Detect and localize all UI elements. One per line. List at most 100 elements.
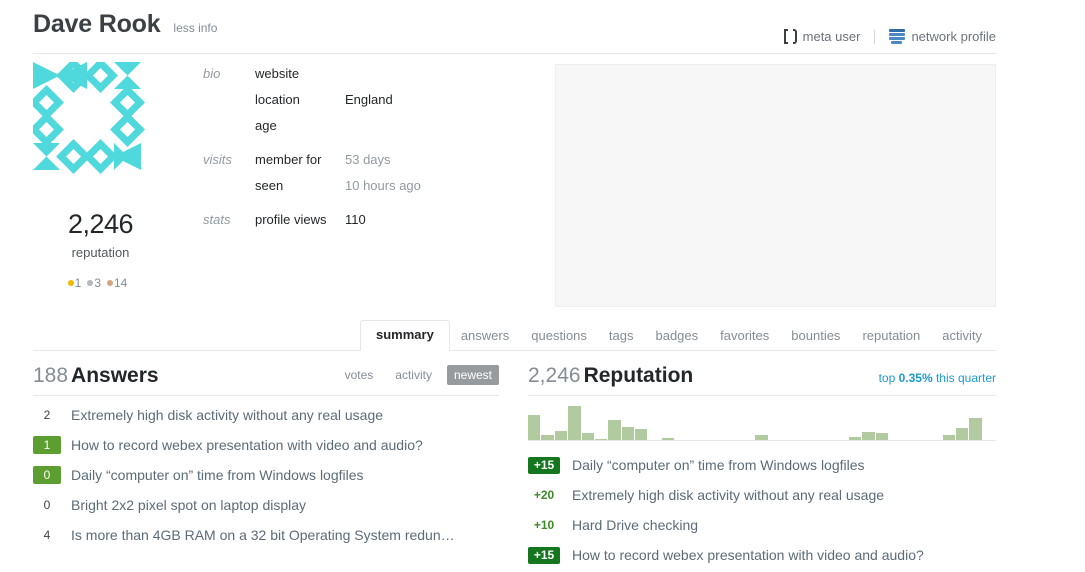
reputation-sparkline-chart: [528, 403, 996, 441]
quarter-rank-link[interactable]: top 0.35% this quarter: [879, 371, 996, 385]
reputation-event-row: +15 How to record webex presentation with…: [528, 540, 996, 570]
bio-value: 53 days: [345, 152, 391, 167]
reputation-change-amount: +15: [528, 546, 560, 564]
sparkline-bar: [956, 427, 969, 440]
answer-title-link[interactable]: Bright 2x2 pixel spot on laptop display: [71, 497, 306, 513]
bio-value: [345, 66, 523, 92]
sparkline-bar: [528, 414, 541, 440]
bio-value: 10 hours ago: [345, 178, 421, 193]
reputation-count: 2,246: [528, 364, 581, 387]
bio-row: bio website: [203, 66, 523, 92]
avatar-column: 2,246 reputation 1 3 14: [33, 62, 168, 307]
reputation-event-row: +10 Hard Drive checking: [528, 510, 996, 540]
profile-header: Dave Rook less info meta user network pr…: [33, 0, 996, 54]
reputation-events-list: +15 Daily “computer on” time from Windows…: [528, 450, 996, 570]
reputation-title-label: Reputation: [583, 364, 694, 387]
gold-badge-icon: [67, 280, 74, 286]
avatar[interactable]: [33, 62, 168, 197]
tab-reputation[interactable]: reputation: [851, 323, 931, 350]
sparkline-bar: [875, 433, 889, 440]
answer-row: 0 Daily “computer on” time from Windows l…: [33, 460, 499, 490]
bio-key: website: [255, 66, 300, 81]
meta-user-link[interactable]: meta user: [783, 29, 860, 44]
content-wrapper: Dave Rook less info meta user network pr…: [33, 0, 996, 572]
answers-list: 2 Extremely high disk activity without an…: [33, 400, 499, 550]
sparkline-bar: [554, 431, 568, 440]
bio-group-label: bio: [203, 66, 221, 81]
accepted-answer-score: 0: [33, 466, 61, 484]
answer-title-link[interactable]: Daily “computer on” time from Windows lo…: [71, 467, 364, 483]
answer-row: 0 Bright 2x2 pixel spot on laptop display: [33, 490, 499, 520]
meta-brackets-icon: [783, 29, 797, 44]
tab-answers[interactable]: answers: [450, 323, 520, 350]
answer-row: 4 Is more than 4GB RAM on a 32 bit Operat…: [33, 520, 499, 550]
reputation-event-title-link[interactable]: Hard Drive checking: [572, 517, 698, 533]
reputation-event-title-link[interactable]: Daily “computer on” time from Windows lo…: [572, 457, 865, 473]
about-me-panel: [555, 64, 996, 307]
answer-score: 2: [43, 408, 51, 422]
bio-row: stats profile views 110: [203, 212, 523, 238]
bio-row: seen 10 hours ago: [203, 178, 523, 212]
badge-counts: 1 3 14: [33, 276, 168, 290]
sparkline-bar: [594, 438, 608, 440]
answer-title-link[interactable]: Extremely high disk activity without any…: [71, 407, 383, 423]
sort-option-activity[interactable]: activity: [388, 365, 439, 385]
sparkline-bar: [581, 433, 594, 440]
profile-top-area: 2,246 reputation 1 3 14 bio website location…: [33, 54, 996, 307]
bio-value: England: [345, 92, 393, 107]
reputation-column: 2,246 Reputation top 0.35% this quarter +…: [499, 365, 996, 572]
tab-summary[interactable]: summary: [360, 320, 450, 351]
less-info-toggle[interactable]: less info: [173, 21, 217, 35]
answers-count: 188: [33, 364, 69, 387]
bio-key: location: [255, 92, 300, 107]
header-links: meta user network profile: [783, 29, 996, 44]
sparkline-bar: [755, 434, 768, 440]
bio-row: visits member for 53 days: [203, 152, 523, 178]
reputation-value: 2,246: [67, 209, 134, 239]
answers-title: 188 Answers: [33, 365, 159, 386]
answer-row: 1 How to record webex presentation with v…: [33, 430, 499, 460]
reputation-header: 2,246 Reputation top 0.35% this quarter: [528, 365, 996, 396]
sort-option-newest[interactable]: newest: [446, 365, 499, 385]
reputation-change-amount: +20: [533, 487, 555, 502]
answers-header: 188 Answers votes activity newest: [33, 365, 499, 396]
reputation-change-amount: +10: [533, 517, 555, 532]
summary-columns: 188 Answers votes activity newest 2 Extremel…: [33, 365, 996, 572]
reputation-event-row: +20 Extremely high disk activity without …: [528, 480, 996, 510]
bio-group-label: visits: [203, 152, 232, 167]
sparkline-bar: [849, 436, 862, 440]
bio-key: seen: [255, 178, 284, 193]
tab-questions[interactable]: questions: [520, 323, 598, 350]
sparkline-bar: [942, 434, 955, 440]
accepted-answer-score: 1: [33, 436, 61, 454]
tab-badges[interactable]: badges: [644, 323, 709, 350]
answer-title-link[interactable]: Is more than 4GB RAM on a 32 bit Operati…: [71, 527, 455, 543]
answer-score: 4: [43, 528, 51, 542]
profile-tabs: summary answers questions tags badges favorit…: [33, 317, 996, 351]
reputation-title: 2,246 Reputation: [528, 365, 693, 386]
user-profile-page: Dave Rook less info meta user network pr…: [0, 0, 1085, 572]
answer-title-link[interactable]: How to record webex presentation with vi…: [71, 437, 423, 453]
silver-badge-count: 3: [94, 276, 101, 290]
network-profile-link[interactable]: network profile: [889, 29, 996, 44]
reputation-event-title-link[interactable]: How to record webex presentation with vi…: [572, 547, 924, 563]
sparkline-bar: [862, 432, 875, 440]
answers-title-label: Answers: [71, 364, 159, 387]
tab-activity[interactable]: activity: [931, 323, 993, 350]
reputation-change-amount: +15: [528, 456, 560, 474]
reputation-event-title-link[interactable]: Extremely high disk activity without any…: [572, 487, 884, 503]
answer-score: 0: [43, 498, 51, 512]
sort-option-votes[interactable]: votes: [338, 365, 381, 385]
answers-sort-options: votes activity newest: [330, 365, 499, 385]
bio-row: location England: [203, 92, 523, 118]
bronze-badge-count: 14: [114, 276, 128, 290]
tab-bounties[interactable]: bounties: [780, 323, 851, 350]
header-divider: [874, 29, 876, 44]
bio-value: [345, 118, 523, 152]
reputation-label: reputation: [71, 245, 130, 260]
bio-key: member for: [255, 152, 322, 167]
tab-favorites[interactable]: favorites: [709, 323, 780, 350]
bio-row: age: [203, 118, 523, 152]
tab-tags[interactable]: tags: [598, 323, 645, 350]
stacked-layers-icon: [889, 29, 906, 44]
